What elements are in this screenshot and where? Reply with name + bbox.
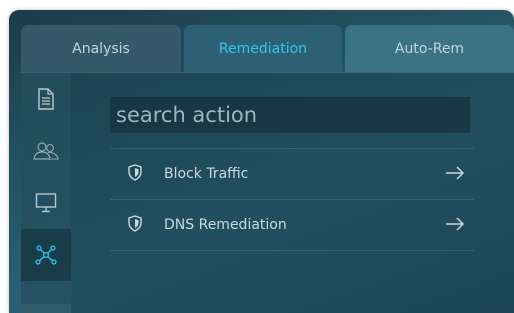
arrow-right-icon[interactable] [444, 213, 466, 235]
tab-auto-remediation-label: Auto-Rem [394, 40, 465, 57]
sidebar-item-documents[interactable] [21, 73, 71, 125]
sidebar-item-network[interactable] [21, 229, 71, 281]
remediation-panel: Analysis Remediation Auto-Rem search act… [9, 10, 514, 313]
shield-icon [128, 215, 142, 232]
tab-remediation-label: Remediation [218, 40, 308, 57]
arrow-right-icon[interactable] [444, 162, 466, 184]
tab-remediation[interactable]: Remediation [184, 25, 342, 72]
sidebar-item-more[interactable] [21, 304, 71, 313]
action-item-block-traffic[interactable]: Block Traffic [110, 148, 474, 199]
sidebar-item-devices[interactable] [21, 177, 71, 229]
action-label: DNS Remediation [164, 217, 287, 233]
monitor-icon [35, 193, 57, 213]
network-icon [35, 245, 57, 265]
tab-analysis[interactable]: Analysis [21, 25, 181, 72]
document-icon [38, 88, 54, 110]
shield-icon [128, 164, 142, 181]
tab-content: Block Traffic DNS Remediation [21, 72, 514, 313]
search-input[interactable] [110, 97, 470, 133]
tab-auto-remediation[interactable]: Auto-Rem [345, 25, 514, 72]
sidebar [21, 73, 71, 313]
action-label: Block Traffic [164, 166, 249, 182]
list-divider [110, 250, 474, 251]
sidebar-item-users[interactable] [21, 125, 71, 177]
tab-analysis-label: Analysis [72, 40, 130, 57]
action-item-dns-remediation[interactable]: DNS Remediation [110, 199, 474, 250]
tab-bar: Analysis Remediation Auto-Rem [21, 25, 514, 72]
users-icon [33, 142, 59, 160]
